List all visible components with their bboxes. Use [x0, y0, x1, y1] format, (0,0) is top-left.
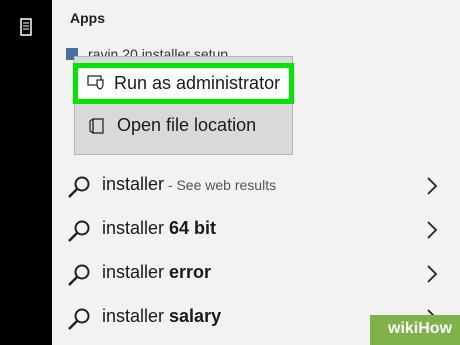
context-menu: Run as administrator Open file location	[73, 56, 294, 155]
apps-section-header: Apps	[70, 10, 105, 26]
search-results-panel: Apps ravin 20 installer setup installer …	[52, 0, 460, 345]
search-result-text: installer - See web results	[102, 174, 277, 194]
watermark-text: wikiHow	[388, 320, 453, 337]
search-icon	[68, 176, 90, 198]
shield-icon	[87, 75, 104, 90]
search-result-row[interactable]: installer 64 bit	[66, 210, 446, 250]
open-file-location-menu-item[interactable]: Open file location	[75, 107, 292, 146]
start-menu-left-rail	[0, 0, 52, 345]
search-result-row[interactable]: installer error	[66, 254, 446, 294]
document-icon[interactable]	[20, 18, 32, 36]
chevron-right-icon[interactable]	[426, 176, 438, 196]
search-result-text: installer salary	[102, 306, 222, 326]
chevron-right-icon[interactable]	[426, 264, 438, 284]
wikihow-watermark: wikiHow	[370, 315, 460, 345]
menu-item-label: Open file location	[117, 115, 257, 135]
search-icon	[68, 264, 90, 286]
search-result-text: installer 64 bit	[102, 218, 217, 238]
menu-item-label: Run as administrator	[114, 73, 281, 93]
search-icon	[68, 220, 90, 242]
search-result-text: installer error	[102, 262, 212, 282]
search-result-row[interactable]: installer - See web results	[66, 166, 446, 206]
run-as-administrator-menu-item[interactable]: Run as administrator	[73, 63, 294, 104]
search-icon	[68, 308, 90, 330]
folder-icon	[89, 118, 104, 134]
chevron-right-icon[interactable]	[426, 220, 438, 240]
